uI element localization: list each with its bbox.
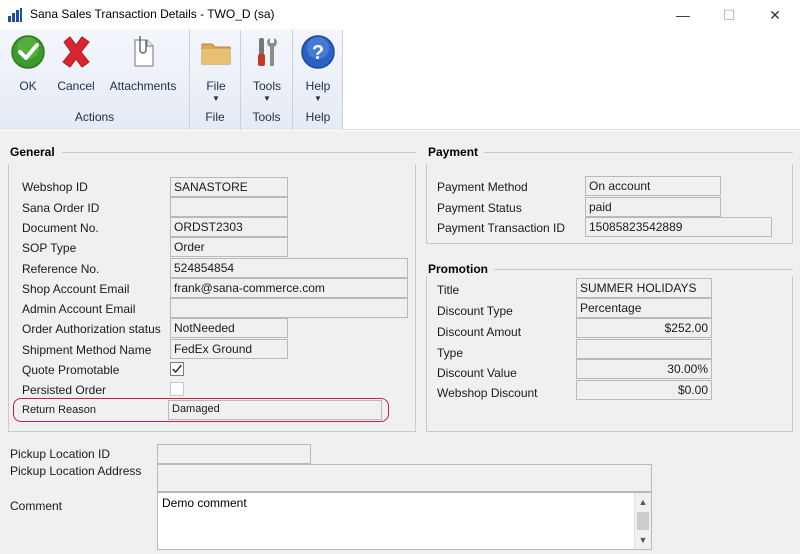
cancel-label: Cancel	[57, 79, 95, 93]
file-dropdown-arrow: ▼	[212, 94, 220, 103]
ribbon-group-label-tools: Tools	[252, 110, 281, 124]
app-chart-icon	[8, 8, 22, 22]
general-section-title: General	[7, 145, 58, 159]
payment-status-field[interactable]: paid	[585, 197, 721, 217]
file-label: File	[206, 79, 226, 93]
attachments-button[interactable]: Attachments	[104, 34, 182, 93]
promotion-title-field[interactable]: SUMMER HOLIDAYS	[576, 278, 712, 298]
ribbon-group-actions: OK Cancel Attachments Actions	[0, 30, 190, 130]
document-no-label: Document No.	[22, 221, 99, 235]
discount-value-field[interactable]: 30.00%	[576, 359, 712, 379]
ok-label: OK	[19, 79, 37, 93]
payment-status-label: Payment Status	[437, 201, 522, 215]
ribbon-group-label-help: Help	[305, 110, 331, 124]
reference-no-field[interactable]: 524854854	[170, 258, 408, 278]
ribbon-group-label-file: File	[205, 110, 225, 124]
pickup-location-address-label: Pickup Location Address	[10, 464, 142, 478]
general-title-line	[62, 152, 416, 153]
help-label: Help	[305, 79, 331, 93]
minimize-button[interactable]: —	[660, 0, 706, 30]
type-label: Type	[437, 346, 464, 360]
file-menu-button[interactable]: File ▼	[196, 34, 236, 103]
svg-text:?: ?	[312, 42, 324, 64]
paperclip-document-icon	[134, 36, 154, 67]
tools-menu-button[interactable]: Tools ▼	[247, 34, 287, 103]
sop-type-field[interactable]: Order	[170, 237, 288, 257]
return-reason-field[interactable]: Damaged	[168, 400, 382, 420]
quote-promotable-label: Quote Promotable	[22, 363, 120, 377]
shop-account-email-field[interactable]: frank@sana-commerce.com	[170, 278, 408, 298]
promotion-title-line	[494, 269, 793, 270]
payment-method-field[interactable]: On account	[585, 176, 721, 196]
persisted-order-label: Persisted Order	[22, 383, 107, 397]
discount-amount-field[interactable]: $252.00	[576, 318, 712, 338]
pickup-location-address-field[interactable]	[157, 464, 652, 492]
order-authorization-status-label: Order Authorization status	[22, 322, 161, 336]
window-title: Sana Sales Transaction Details - TWO_D (…	[30, 7, 275, 21]
comment-text: Demo comment	[162, 496, 247, 510]
scroll-up-button[interactable]: ▲	[635, 494, 651, 510]
payment-method-label: Payment Method	[437, 180, 528, 194]
payment-title-line	[484, 152, 793, 153]
discount-type-label: Discount Type	[437, 304, 513, 318]
help-dropdown-arrow: ▼	[314, 94, 322, 103]
close-button[interactable]: ✕	[752, 0, 798, 30]
webshop-discount-label: Webshop Discount	[437, 386, 538, 400]
ribbon: OK Cancel Attachments Actions File ▼ Fil…	[0, 30, 800, 130]
scroll-down-button[interactable]: ▼	[635, 532, 651, 548]
checkmark-icon	[172, 364, 182, 374]
tools-icon	[258, 38, 277, 66]
pickup-location-id-label: Pickup Location ID	[10, 447, 111, 461]
sana-order-id-label: Sana Order ID	[22, 201, 100, 215]
comment-scrollbar[interactable]: ▲ ▼	[634, 493, 651, 549]
help-question-icon: ?	[301, 35, 335, 69]
ribbon-group-label-actions: Actions	[74, 110, 115, 124]
reference-no-label: Reference No.	[22, 262, 100, 276]
help-menu-button[interactable]: ? Help ▼	[298, 34, 338, 103]
ok-button[interactable]: OK	[8, 34, 48, 93]
shop-account-email-label: Shop Account Email	[22, 282, 130, 296]
discount-type-field[interactable]: Percentage	[576, 298, 712, 318]
sana-order-id-field[interactable]	[170, 197, 288, 217]
document-no-field[interactable]: ORDST2303	[170, 217, 288, 237]
comment-textarea[interactable]: Demo comment	[157, 492, 652, 550]
discount-amount-label: Discount Amout	[437, 325, 522, 339]
shipment-method-name-label: Shipment Method Name	[22, 343, 152, 357]
pickup-location-id-field[interactable]	[157, 444, 311, 464]
ribbon-group-file: File ▼ File	[190, 30, 241, 130]
cancel-x-icon	[62, 36, 90, 68]
order-authorization-status-field[interactable]: NotNeeded	[170, 318, 288, 338]
payment-section-title: Payment	[425, 145, 482, 159]
tools-label: Tools	[252, 79, 281, 93]
payment-transaction-id-field[interactable]: 15085823542889	[585, 217, 772, 237]
attachments-label: Attachments	[109, 79, 177, 93]
ribbon-toolbar: OK Cancel Attachments Actions File ▼ Fil…	[0, 30, 343, 130]
ribbon-group-tools: Tools ▼ Tools	[241, 30, 293, 130]
quote-promotable-checkbox[interactable]	[170, 362, 184, 376]
admin-account-email-label: Admin Account Email	[22, 302, 136, 316]
webshop-discount-field[interactable]: $0.00	[576, 380, 712, 400]
tools-dropdown-arrow: ▼	[263, 94, 271, 103]
maximize-button[interactable]: ☐	[706, 0, 752, 30]
ribbon-group-help: ? Help ▼ Help	[293, 30, 343, 130]
folder-icon	[201, 43, 231, 65]
promotion-section-title: Promotion	[425, 262, 491, 276]
persisted-order-checkbox[interactable]	[170, 382, 184, 396]
type-field[interactable]	[576, 339, 712, 359]
return-reason-label: Return Reason	[22, 404, 96, 416]
scroll-thumb[interactable]	[637, 512, 649, 530]
webshop-id-field[interactable]: SANASTORE	[170, 177, 288, 197]
cancel-button[interactable]: Cancel	[54, 34, 98, 93]
discount-value-label: Discount Value	[437, 366, 517, 380]
title-bar: Sana Sales Transaction Details - TWO_D (…	[0, 0, 800, 30]
shipment-method-name-field[interactable]: FedEx Ground	[170, 339, 288, 359]
sop-type-label: SOP Type	[22, 241, 77, 255]
comment-label: Comment	[10, 499, 63, 513]
ok-check-icon	[11, 35, 45, 69]
promotion-title-label: Title	[437, 283, 460, 297]
payment-transaction-id-label: Payment Transaction ID	[437, 221, 566, 235]
webshop-id-label: Webshop ID	[22, 180, 88, 194]
admin-account-email-field[interactable]	[170, 298, 408, 318]
